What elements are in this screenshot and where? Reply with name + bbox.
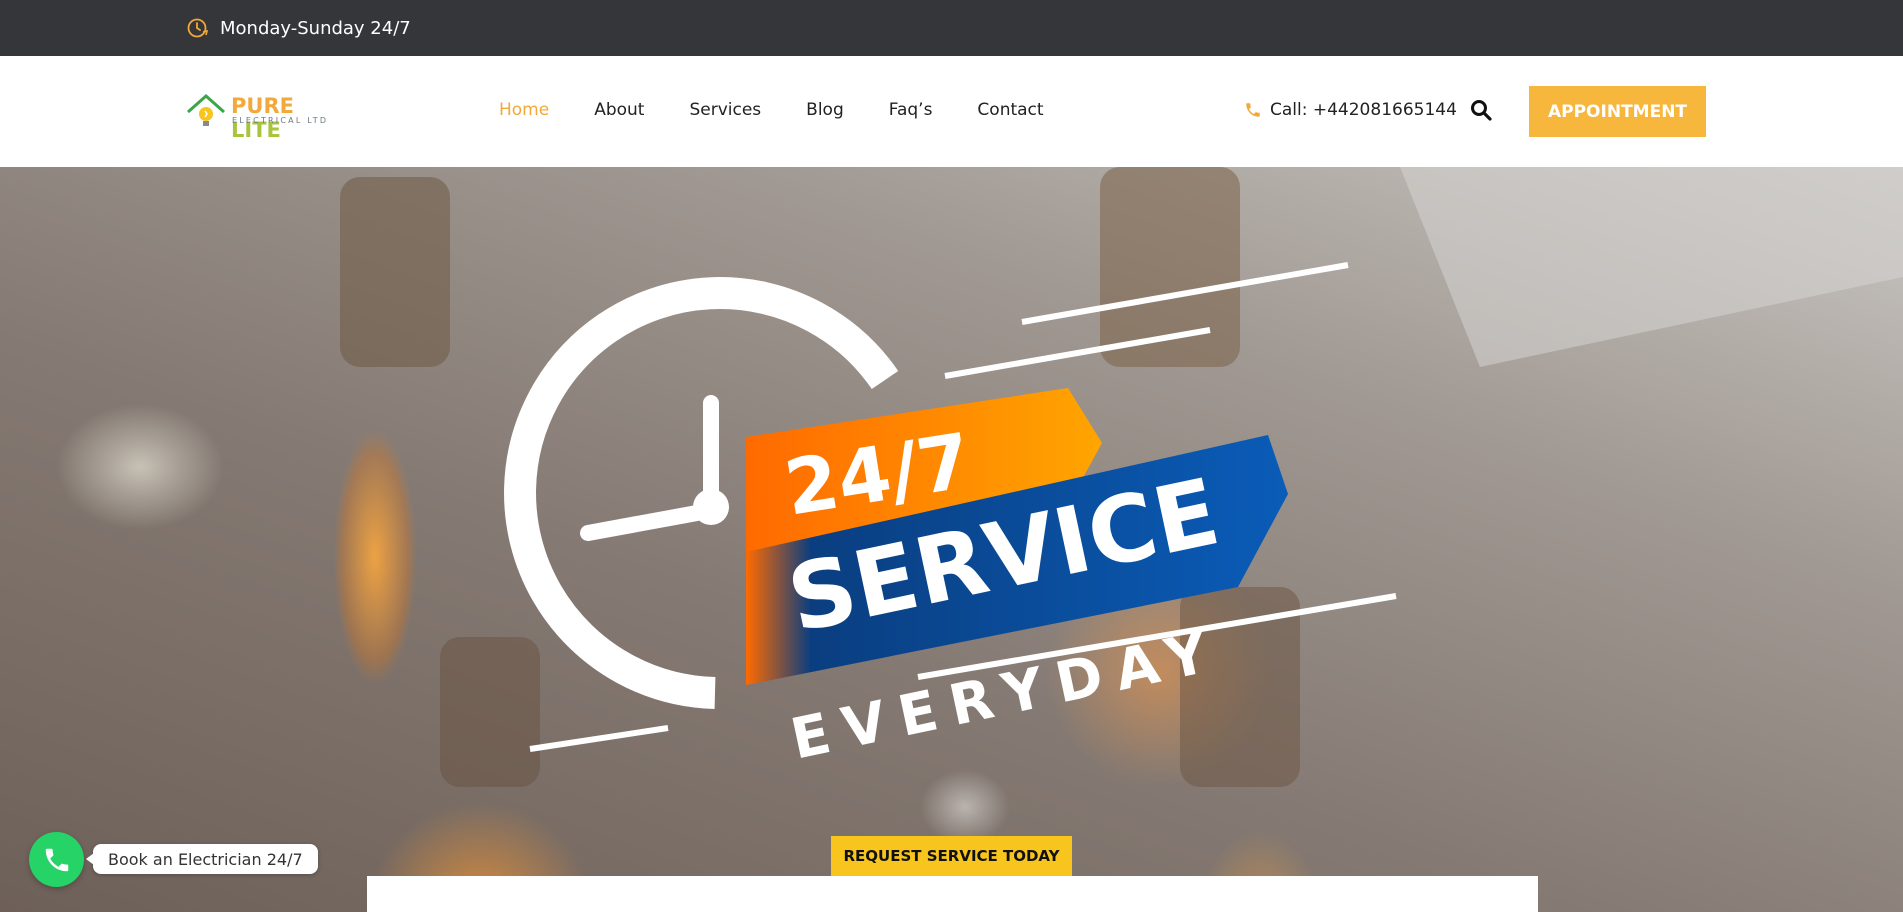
content-panel [367,876,1538,912]
phone-icon [1246,103,1260,117]
nav-home[interactable]: Home [499,100,549,120]
opening-hours: Monday-Sunday 24/7 [186,16,411,40]
site-header: PURE LITE ELECTRICAL LTD Home About Serv… [0,56,1903,167]
request-service-button[interactable]: REQUEST SERVICE TODAY [831,836,1072,876]
nav-contact[interactable]: Contact [977,100,1043,120]
whatsapp-label[interactable]: Book an Electrician 24/7 [86,844,318,874]
logo-subtitle: ELECTRICAL LTD [232,116,329,125]
call-label: Call: +442081665144 [1270,100,1457,120]
nav-faqs[interactable]: Faq’s [889,100,933,120]
appointment-button[interactable]: APPOINTMENT [1529,86,1706,137]
main-nav: Home About Services Blog Faq’s Contact [499,100,1044,120]
top-bar: Monday-Sunday 24/7 [0,0,1903,56]
nav-services[interactable]: Services [689,100,761,120]
nav-about[interactable]: About [594,100,644,120]
logo[interactable]: PURE LITE ELECTRICAL LTD [186,92,348,142]
search-button[interactable] [1469,98,1493,122]
search-icon [1471,100,1492,121]
nav-blog[interactable]: Blog [806,100,844,120]
hero-banner: 24/7 SERVICE EVERYDAY [0,167,1903,912]
whatsapp-button[interactable] [29,832,84,887]
house-bulb-icon [187,93,225,126]
opening-hours-text: Monday-Sunday 24/7 [220,17,411,39]
whatsapp-phone-icon [45,848,68,871]
call-link[interactable]: Call: +442081665144 [1244,100,1457,120]
hero-graphic: 24/7 SERVICE EVERYDAY [340,167,1903,787]
clock-icon [187,18,209,38]
